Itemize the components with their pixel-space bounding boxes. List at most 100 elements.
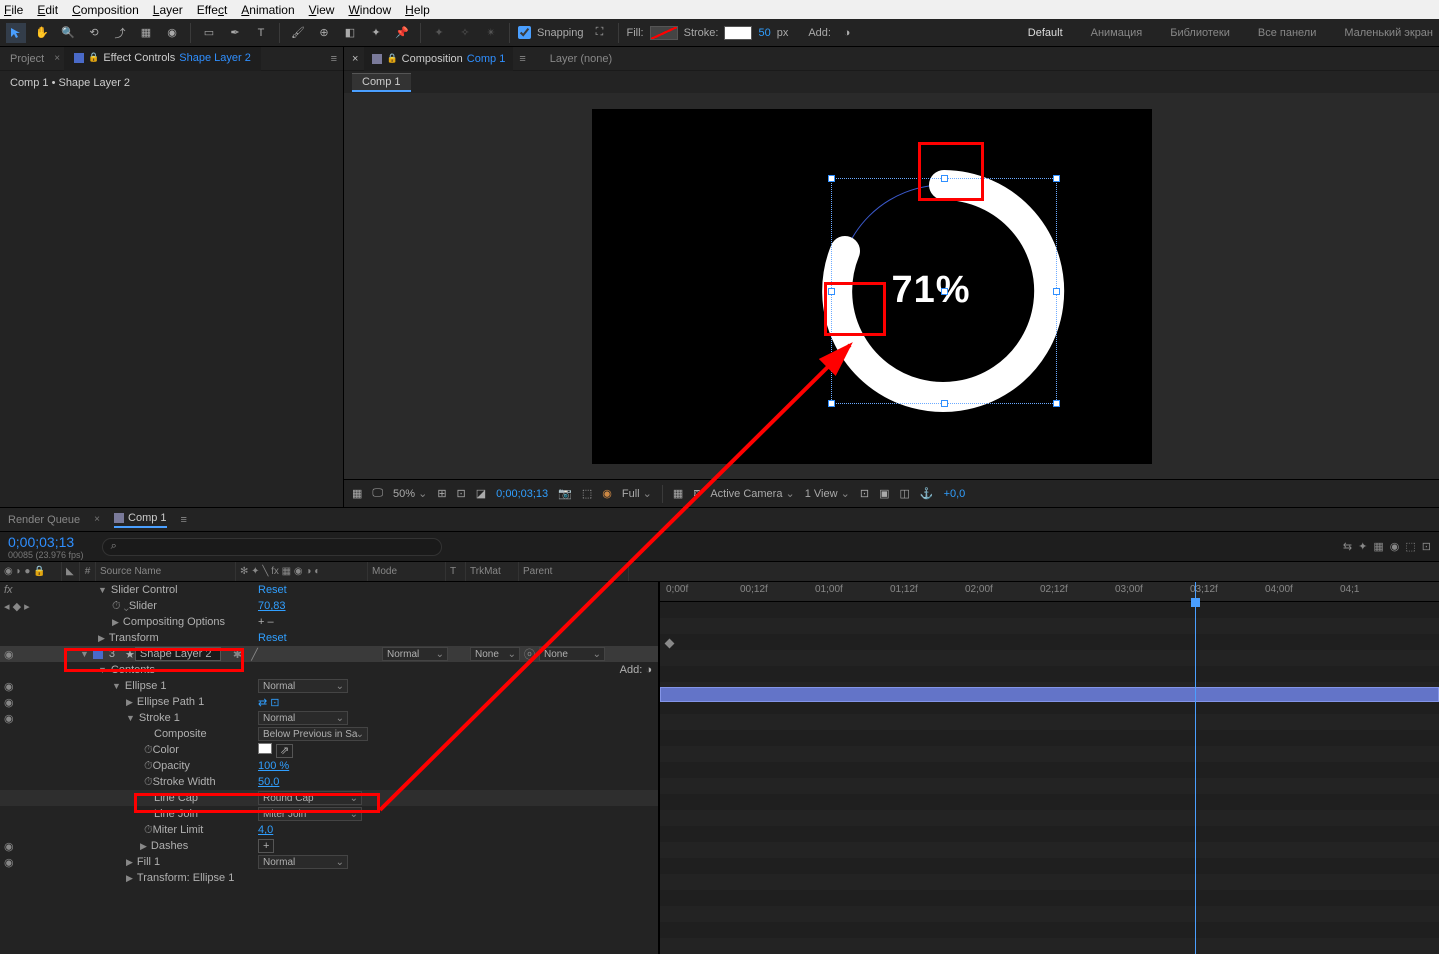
layer-search-input[interactable]: ⌕ xyxy=(102,538,442,556)
viewer-close-icon[interactable]: × xyxy=(352,53,358,65)
trkmat-col[interactable]: TrkMat xyxy=(466,562,519,581)
fill-swatch[interactable] xyxy=(650,26,678,40)
compositing-options[interactable]: Compositing Options xyxy=(123,616,225,628)
camera-tool-icon[interactable]: ▦ xyxy=(136,23,156,43)
menu-window[interactable]: Window xyxy=(348,3,391,17)
exposure-value[interactable]: +0,0 xyxy=(944,488,966,500)
view-opt-2-icon[interactable]: ▣ xyxy=(879,487,889,500)
viewer-time[interactable]: 0;00;03;13 xyxy=(496,488,548,500)
composite-prop[interactable]: Composite xyxy=(154,728,207,740)
parent-col[interactable]: Parent xyxy=(519,562,629,581)
res-dropdown[interactable]: Full xyxy=(622,487,652,500)
tl-icon-6[interactable]: ⊡ xyxy=(1422,540,1431,553)
rect-tool-icon[interactable]: ▭ xyxy=(199,23,219,43)
transform-ellipse-group[interactable]: Transform: Ellipse 1 xyxy=(137,872,234,884)
tl-icon-5[interactable]: ⬚ xyxy=(1405,540,1415,553)
orbit-tool-icon[interactable]: ⟲ xyxy=(84,23,104,43)
res-icon[interactable]: ⊞ xyxy=(437,487,446,500)
av-icons[interactable]: ◉ ◗ ● 🔒 xyxy=(4,566,46,577)
ellipse-group[interactable]: Ellipse 1 xyxy=(125,680,167,692)
menu-animation[interactable]: Animation xyxy=(241,3,294,17)
shape-mode-dropdown[interactable]: Normal xyxy=(258,679,348,693)
transform-group[interactable]: Transform xyxy=(109,632,159,644)
view-axis-icon[interactable]: ✴ xyxy=(481,23,501,43)
time-ruler[interactable]: 0;00f 00;12f 01;00f 01;12f 02;00f 02;12f… xyxy=(660,582,1439,602)
tl-icon-2[interactable]: ✦ xyxy=(1358,540,1367,553)
switches-col[interactable]: ✻ ✦ ╲ fx ▦ ◉ ◑ ◐ xyxy=(236,562,368,581)
stopwatch-icon[interactable]: ⏱ xyxy=(144,744,153,757)
opacity-value[interactable]: 100 % xyxy=(258,760,289,772)
type-tool-icon[interactable]: T xyxy=(251,23,271,43)
brush-tool-icon[interactable]: 🖌 xyxy=(288,23,308,43)
tab-close-icon[interactable]: × xyxy=(54,53,60,64)
trkmat-dropdown[interactable]: None xyxy=(470,647,520,661)
fill-group[interactable]: Fill 1 xyxy=(137,856,160,868)
workspace-1[interactable]: Анимация xyxy=(1091,27,1143,39)
dash-add-icon[interactable]: + xyxy=(258,839,274,853)
ellipse-path[interactable]: Ellipse Path 1 xyxy=(137,696,204,708)
path-link-icon[interactable]: ⇄ ⊡ xyxy=(258,697,280,709)
color-prop[interactable]: Color xyxy=(153,744,179,756)
tl-icon-4[interactable]: ◉ xyxy=(1390,540,1400,553)
region-icon[interactable]: ⬚ xyxy=(582,487,592,500)
view-opt-4-icon[interactable]: ⚓ xyxy=(920,487,934,500)
menu-composition[interactable]: Composition xyxy=(72,3,139,17)
plus-minus[interactable]: + – xyxy=(258,616,274,628)
miter-limit-value[interactable]: 4,0 xyxy=(258,824,273,836)
eyedropper-icon[interactable]: ⇗ xyxy=(276,744,293,758)
fill-mode-dropdown[interactable]: Normal xyxy=(258,855,348,869)
mask-icon[interactable]: ◪ xyxy=(476,487,486,500)
dashes-group[interactable]: Dashes xyxy=(151,840,188,852)
eraser-tool-icon[interactable]: ◧ xyxy=(340,23,360,43)
blend-mode-dropdown[interactable]: Normal xyxy=(382,647,448,661)
playhead[interactable] xyxy=(1195,582,1196,954)
stopwatch-icon[interactable]: ⏱ xyxy=(144,776,153,789)
layer-viewer-tab[interactable]: Layer (none) xyxy=(542,47,620,71)
view-opt-3-icon[interactable]: ◫ xyxy=(899,487,909,500)
monitor-icon[interactable]: 🖵 xyxy=(372,487,383,500)
pickwhip-icon[interactable]: ⓞ xyxy=(524,646,535,662)
lock-icon[interactable]: 🔒 xyxy=(386,53,397,64)
stopwatch-icon[interactable]: ⏱ ⌄ xyxy=(112,600,129,613)
label-col-icon[interactable]: ◣ xyxy=(62,562,80,581)
project-tab[interactable]: Project xyxy=(0,47,54,71)
camera-dropdown[interactable]: Active Camera xyxy=(710,487,794,500)
workspace-3[interactable]: Все панели xyxy=(1258,27,1316,39)
roto-tool-icon[interactable]: ✦ xyxy=(366,23,386,43)
stroke-swatch[interactable] xyxy=(724,26,752,40)
t-col[interactable]: T xyxy=(446,562,466,581)
panel-menu-icon[interactable]: ≡ xyxy=(331,53,343,65)
effect-controls-tab[interactable]: 🔒 Effect Controls Shape Layer 2 xyxy=(64,47,261,71)
menu-bar[interactable]: File Edit Composition Layer Effect Anima… xyxy=(0,0,1439,19)
snapshot-icon[interactable]: 📷 xyxy=(558,487,572,500)
menu-layer[interactable]: Layer xyxy=(153,3,183,17)
menu-help[interactable]: Help xyxy=(405,3,430,17)
local-axis-icon[interactable]: ✦ xyxy=(429,23,449,43)
composite-dropdown[interactable]: Below Previous in Sa xyxy=(258,727,368,741)
timeline-tracks[interactable]: 0;00f 00;12f 01;00f 01;12f 02;00f 02;12f… xyxy=(660,582,1439,954)
world-axis-icon[interactable]: ✧ xyxy=(455,23,475,43)
stroke-width-value[interactable]: 50,0 xyxy=(258,776,279,788)
grid-icon[interactable]: ▦ xyxy=(673,487,683,500)
stroke-width-prop[interactable]: Stroke Width xyxy=(153,776,216,788)
miter-limit-prop[interactable]: Miter Limit xyxy=(153,824,204,836)
zoom-dropdown[interactable]: 50% xyxy=(393,487,427,500)
view-opt-1-icon[interactable]: ⊡ xyxy=(860,487,869,500)
hand-tool-icon[interactable]: ✋ xyxy=(32,23,52,43)
slider-value[interactable]: 70,83 xyxy=(258,600,286,612)
keyframe-nav[interactable]: ◂ ◆ ▸ xyxy=(0,600,62,613)
lock-icon[interactable]: 🔒 xyxy=(88,52,99,63)
stroke-width-value[interactable]: 50 xyxy=(758,27,770,39)
pen-tool-icon[interactable]: ✒ xyxy=(225,23,245,43)
guides-icon[interactable]: ⊡ xyxy=(457,487,466,500)
views-dropdown[interactable]: 1 View xyxy=(805,487,850,500)
layer-duration-bar[interactable] xyxy=(660,687,1439,702)
3d-icon[interactable]: ⧈ xyxy=(693,487,700,500)
menu-edit[interactable]: Edit xyxy=(37,3,58,17)
tl-icon-1[interactable]: ⇆ xyxy=(1343,540,1352,553)
comp-viewer-tab[interactable]: 🔒 Composition Comp 1 xyxy=(364,47,513,71)
stopwatch-icon[interactable]: ⏱ xyxy=(144,760,153,773)
comp-tab[interactable]: Comp 1 xyxy=(352,73,411,92)
footage-icon[interactable]: ▦ xyxy=(352,487,362,500)
visibility-toggle[interactable]: ◉ xyxy=(4,649,14,661)
